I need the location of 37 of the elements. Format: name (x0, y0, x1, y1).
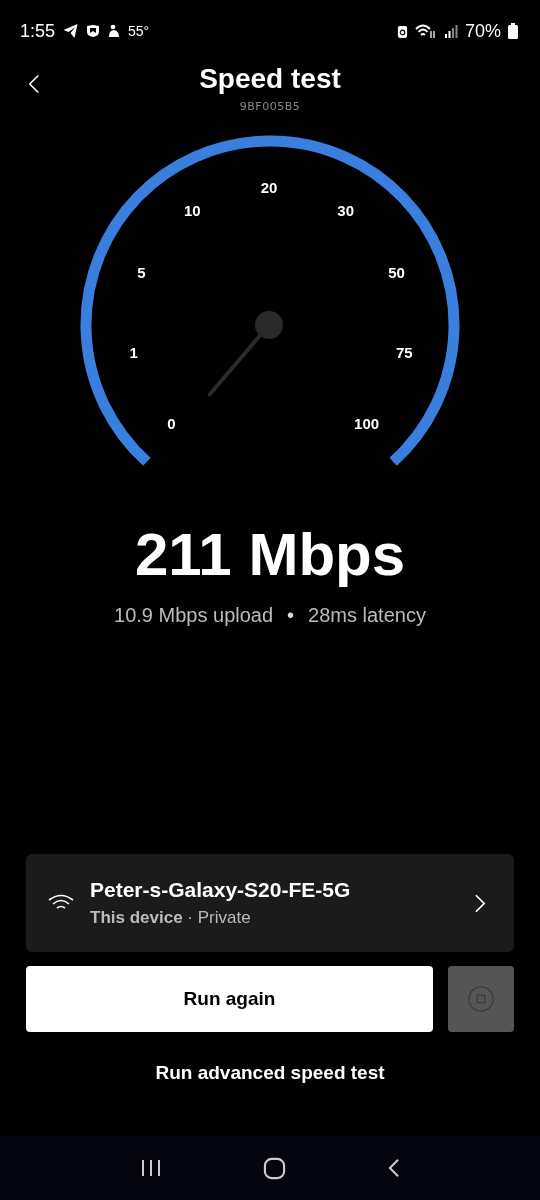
privacy-label: · Private (187, 908, 251, 927)
separator-dot: • (287, 604, 295, 627)
wifi-icon (414, 23, 437, 39)
network-name: Peter-s-Galaxy-S20-FE-5G (90, 878, 352, 902)
scale-label: 20 (260, 178, 278, 196)
scale-label: 0 (167, 414, 176, 432)
page-title: Speed test (199, 62, 341, 96)
scale-label: 10 (184, 201, 201, 219)
chevron-right-icon (475, 893, 486, 913)
stop-icon (467, 985, 495, 1013)
clock: 1:55 (20, 20, 56, 42)
scale-label: 50 (388, 263, 405, 281)
scale-label: 100 (354, 414, 380, 432)
battery-icon (508, 23, 518, 39)
wifi-icon (48, 894, 74, 912)
paper-plane-icon (62, 23, 80, 39)
figure-icon (107, 24, 122, 38)
upload-speed: 10.9 Mbps upload (114, 604, 274, 627)
signal-icon (443, 24, 458, 38)
temperature: 55° (128, 23, 150, 39)
battery-saver-icon (396, 23, 408, 39)
network-card[interactable]: Peter-s-Galaxy-S20-FE-5G This device · Private (26, 854, 514, 952)
scale-label: 75 (396, 343, 413, 361)
back-icon[interactable] (386, 1158, 400, 1178)
scale-label: 1 (129, 343, 138, 361)
latency: 28ms latency (308, 604, 426, 627)
scale-label: 5 (137, 263, 146, 281)
shield-icon (86, 24, 101, 38)
scale-label: 30 (337, 201, 354, 219)
home-icon[interactable] (263, 1156, 286, 1180)
download-speed: 211 Mbps (133, 520, 407, 590)
run-again-button[interactable]: Run again (26, 966, 433, 1032)
battery-percentage: 70% (464, 20, 501, 42)
advanced-test-link[interactable]: Run advanced speed test (155, 1062, 385, 1083)
device-id: 9BF005B5 (239, 100, 301, 113)
device-label: This device (90, 908, 183, 927)
recent-apps-icon[interactable] (140, 1158, 163, 1178)
